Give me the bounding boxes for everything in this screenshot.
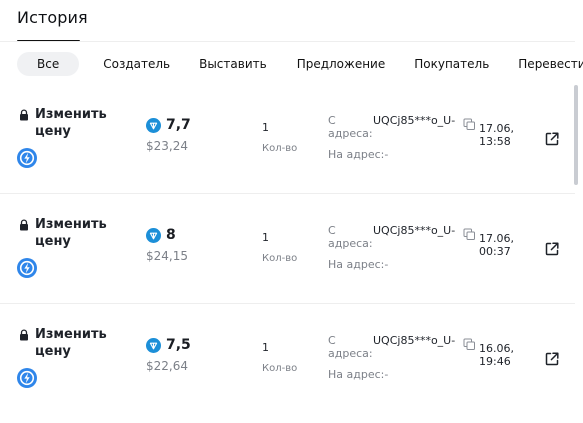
event-cell: Изменить цену bbox=[17, 326, 119, 388]
event-cell: Изменить цену bbox=[17, 106, 119, 168]
event-time: 13:58 bbox=[479, 135, 511, 148]
filter-tab-offer[interactable]: Предложение bbox=[291, 52, 392, 76]
price-ton: 7,7 bbox=[166, 117, 191, 133]
quantity-value: 1 bbox=[262, 231, 269, 244]
price-ton: 7,5 bbox=[166, 337, 191, 353]
price-usd: $24,15 bbox=[146, 249, 188, 263]
ton-icon bbox=[146, 337, 161, 353]
event-label: Изменить цену bbox=[35, 327, 107, 359]
quantity-label: Кол-во bbox=[262, 143, 298, 154]
external-link-icon[interactable] bbox=[544, 131, 560, 147]
date-cell: 16.06, 19:46 bbox=[463, 338, 514, 368]
history-row: Изменить цену 7,7 $23,24 1 Кол-во С адре… bbox=[0, 84, 575, 194]
from-address[interactable]: UQCj85***o_U- bbox=[373, 114, 455, 127]
filter-tab-creator[interactable]: Создатель bbox=[97, 52, 176, 76]
event-date: 16.06, bbox=[479, 342, 514, 355]
price-usd: $23,24 bbox=[146, 139, 188, 153]
history-row: Изменить цену 7,5 $22,64 1 Кол-во С адре… bbox=[0, 304, 575, 414]
address-cell: С адреса:UQCj85***o_U- На адрес:- bbox=[328, 224, 463, 271]
ton-icon bbox=[146, 227, 161, 243]
price-usd: $22,64 bbox=[146, 359, 188, 373]
copy-icon[interactable] bbox=[463, 338, 476, 351]
quantity-value: 1 bbox=[262, 121, 269, 134]
from-label: С адреса: bbox=[328, 334, 373, 360]
filter-tab-list[interactable]: Выставить bbox=[193, 52, 273, 76]
header-divider bbox=[0, 41, 575, 42]
quantity-label: Кол-во bbox=[262, 253, 298, 264]
lock-icon bbox=[20, 329, 28, 341]
lightning-avatar-icon[interactable] bbox=[17, 258, 37, 278]
event-label: Изменить цену bbox=[35, 217, 107, 249]
to-label: На адрес: bbox=[328, 258, 385, 271]
history-row: Изменить цену 8 $24,15 1 Кол-во С адреса… bbox=[0, 194, 575, 304]
from-label: С адреса: bbox=[328, 114, 373, 140]
quantity-cell: 1 Кол-во bbox=[262, 341, 297, 374]
lock-icon bbox=[20, 219, 28, 231]
price-ton: 8 bbox=[166, 227, 176, 243]
event-time: 19:46 bbox=[479, 355, 511, 368]
filter-tab-all[interactable]: Все bbox=[17, 52, 80, 76]
price-cell: 8 $24,15 bbox=[146, 227, 188, 263]
copy-icon[interactable] bbox=[463, 118, 476, 131]
quantity-value: 1 bbox=[262, 341, 269, 354]
lock-icon bbox=[20, 109, 28, 121]
address-cell: С адреса:UQCj85***o_U- На адрес:- bbox=[328, 114, 463, 161]
event-cell: Изменить цену bbox=[17, 216, 119, 278]
from-label: С адреса: bbox=[328, 224, 373, 250]
date-cell: 17.06, 13:58 bbox=[463, 118, 514, 148]
to-address: - bbox=[384, 258, 389, 271]
filter-tab-buyer[interactable]: Покупатель bbox=[408, 52, 495, 76]
lightning-avatar-icon[interactable] bbox=[17, 148, 37, 168]
to-label: На адрес: bbox=[328, 368, 385, 381]
filter-tab-transfer[interactable]: Перевести bbox=[512, 52, 583, 76]
to-address: - bbox=[384, 368, 389, 381]
page-title: История bbox=[17, 8, 88, 27]
price-cell: 7,7 $23,24 bbox=[146, 117, 191, 153]
date-cell: 17.06, 00:37 bbox=[463, 228, 514, 258]
external-link-icon[interactable] bbox=[544, 351, 560, 367]
price-cell: 7,5 $22,64 bbox=[146, 337, 191, 373]
ton-icon bbox=[146, 117, 161, 133]
from-address[interactable]: UQCj85***o_U- bbox=[373, 334, 455, 347]
quantity-cell: 1 Кол-во bbox=[262, 121, 297, 154]
address-cell: С адреса:UQCj85***o_U- На адрес:- bbox=[328, 334, 463, 381]
event-date: 17.06, bbox=[479, 232, 514, 245]
quantity-label: Кол-во bbox=[262, 363, 298, 374]
event-time: 00:37 bbox=[479, 245, 511, 258]
filter-tabs: Все Создатель Выставить Предложение Поку… bbox=[17, 52, 583, 76]
copy-icon[interactable] bbox=[463, 228, 476, 241]
to-address: - bbox=[384, 148, 389, 161]
external-link-icon[interactable] bbox=[544, 241, 560, 257]
event-date: 17.06, bbox=[479, 122, 514, 135]
to-label: На адрес: bbox=[328, 148, 385, 161]
quantity-cell: 1 Кол-во bbox=[262, 231, 297, 264]
history-list: Изменить цену 7,7 $23,24 1 Кол-во С адре… bbox=[0, 84, 575, 414]
from-address[interactable]: UQCj85***o_U- bbox=[373, 224, 455, 237]
lightning-avatar-icon[interactable] bbox=[17, 368, 37, 388]
event-label: Изменить цену bbox=[35, 107, 107, 139]
